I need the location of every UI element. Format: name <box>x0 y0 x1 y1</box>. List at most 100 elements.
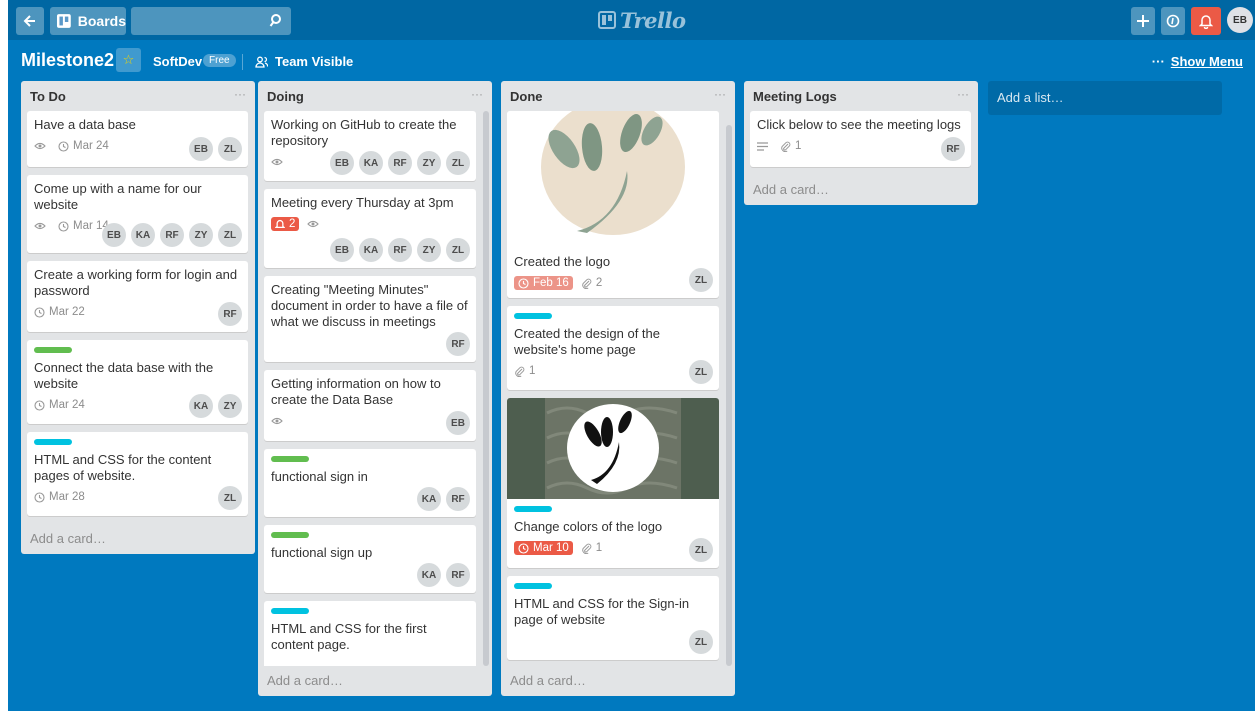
show-menu-button[interactable]: ··· Show Menu <box>1152 54 1243 69</box>
member-avatar[interactable]: ZL <box>218 137 242 161</box>
list-title[interactable]: Doing <box>267 89 304 104</box>
member-avatar[interactable]: ZY <box>218 394 242 418</box>
list-header[interactable]: To Do ··· <box>21 81 255 111</box>
list-header[interactable]: Meeting Logs ··· <box>744 81 978 111</box>
list-title[interactable]: To Do <box>30 89 66 104</box>
member-avatar[interactable]: ZL <box>446 151 470 175</box>
add-card-button[interactable]: Add a card… <box>501 666 735 696</box>
add-card-button[interactable]: Add a card… <box>744 175 978 205</box>
list-scrollbar[interactable] <box>726 125 732 666</box>
star-button[interactable]: ☆ <box>116 48 141 72</box>
list-header[interactable]: Doing ··· <box>258 81 492 111</box>
member-avatar[interactable]: ZY <box>417 151 441 175</box>
card[interactable]: Click below to see the meeting logs 1 RF <box>750 111 971 167</box>
member-avatar[interactable]: ZL <box>689 268 713 292</box>
due-date-badge: Mar 22 <box>34 306 85 318</box>
member-avatar[interactable]: ZL <box>218 223 242 247</box>
member-avatar[interactable]: KA <box>359 238 383 262</box>
member-avatar[interactable]: KA <box>417 487 441 511</box>
list-scrollbar[interactable] <box>483 111 489 666</box>
member-avatar[interactable]: RF <box>446 563 470 587</box>
card-label-sky[interactable] <box>34 439 72 445</box>
trello-logo[interactable]: Trello <box>598 8 686 33</box>
search-input[interactable] <box>131 7 259 35</box>
card-label-green[interactable] <box>34 347 72 353</box>
list-menu-icon[interactable]: ··· <box>714 87 726 101</box>
card[interactable]: Come up with a name for our website Mar … <box>27 175 248 253</box>
member-avatar[interactable]: KA <box>131 223 155 247</box>
card[interactable]: Meeting every Thursday at 3pm 2 EB KA RF… <box>264 189 476 268</box>
member-avatar[interactable]: RF <box>160 223 184 247</box>
card[interactable]: Connect the data base with the website M… <box>27 340 248 424</box>
member-avatar[interactable]: RF <box>388 238 412 262</box>
card[interactable]: HTML and CSS for the Sign-in page of web… <box>507 576 719 660</box>
card[interactable]: functional sign in KA RF <box>264 449 476 517</box>
card[interactable]: Created the logo Feb 16 2 ZL <box>507 111 719 298</box>
member-avatar[interactable]: RF <box>446 487 470 511</box>
member-avatar[interactable]: EB <box>189 137 213 161</box>
card[interactable]: Have a data base Mar 24 EB ZL <box>27 111 248 167</box>
boards-button[interactable]: Boards <box>50 7 126 35</box>
member-avatar[interactable]: EB <box>330 151 354 175</box>
card[interactable]: Create a working form for login and pass… <box>27 261 248 332</box>
back-button[interactable] <box>16 7 44 35</box>
member-avatar[interactable]: ZL <box>689 360 713 384</box>
user-avatar[interactable]: EB <box>1227 7 1253 33</box>
card-label-green[interactable] <box>271 532 309 538</box>
list-menu-icon[interactable]: ··· <box>234 87 246 101</box>
board-title[interactable]: Milestone2 <box>21 50 114 71</box>
list-header[interactable]: Done ··· <box>501 81 735 111</box>
team-name[interactable]: SoftDev <box>153 54 202 69</box>
card-label-sky[interactable] <box>514 583 552 589</box>
card-label-green[interactable] <box>271 456 309 462</box>
add-button[interactable] <box>1131 7 1155 35</box>
list-done: Done ··· Created the logo Feb 16 2 ZL Cr… <box>501 81 735 696</box>
member-avatar[interactable]: ZL <box>689 538 713 562</box>
list-menu-icon[interactable]: ··· <box>471 87 483 101</box>
member-avatar[interactable]: RF <box>388 151 412 175</box>
card-members: KA RF <box>412 563 470 587</box>
member-avatar[interactable]: ZY <box>417 238 441 262</box>
card[interactable]: Change colors of the logo Mar 10 1 ZL <box>507 398 719 568</box>
watch-icon <box>271 417 287 425</box>
card-label-sky[interactable] <box>271 608 309 614</box>
card-label-sky[interactable] <box>514 313 552 319</box>
member-avatar[interactable]: EB <box>102 223 126 247</box>
member-avatar[interactable]: ZL <box>218 486 242 510</box>
member-avatar[interactable]: ZY <box>189 223 213 247</box>
card[interactable]: HTML and CSS for the first content page.… <box>264 601 476 666</box>
card-badges: Mar 28 <box>34 487 241 507</box>
bell-icon <box>1199 14 1213 29</box>
card-label-sky[interactable] <box>514 506 552 512</box>
list-menu-icon[interactable]: ··· <box>957 87 969 101</box>
member-avatar[interactable]: RF <box>941 137 965 161</box>
add-card-button[interactable]: Add a card… <box>21 524 255 554</box>
list-title[interactable]: Done <box>510 89 543 104</box>
list-title[interactable]: Meeting Logs <box>753 89 837 104</box>
card[interactable]: Working on GitHub to create the reposito… <box>264 111 476 181</box>
member-avatar[interactable]: EB <box>330 238 354 262</box>
card-badges: Mar 22 <box>34 302 241 322</box>
search-icon[interactable] <box>269 13 285 29</box>
search-box[interactable] <box>131 7 291 35</box>
plus-icon <box>1137 15 1149 27</box>
visibility-button[interactable]: Team Visible <box>255 54 353 69</box>
add-list-button[interactable]: Add a list… <box>988 81 1222 115</box>
member-avatar[interactable]: RF <box>218 302 242 326</box>
notifications-button[interactable] <box>1191 7 1221 35</box>
member-avatar[interactable]: EB <box>446 411 470 435</box>
add-card-button[interactable]: Add a card… <box>258 666 492 696</box>
card[interactable]: functional sign up KA RF <box>264 525 476 593</box>
card[interactable]: Creating "Meeting Minutes" document in o… <box>264 276 476 362</box>
card[interactable]: Created the design of the website's home… <box>507 306 719 390</box>
member-avatar[interactable]: KA <box>189 394 213 418</box>
member-avatar[interactable]: RF <box>446 332 470 356</box>
member-avatar[interactable]: ZL <box>446 238 470 262</box>
member-avatar[interactable]: KA <box>359 151 383 175</box>
card[interactable]: HTML and CSS for the content pages of we… <box>27 432 248 516</box>
member-avatar[interactable]: KA <box>417 563 441 587</box>
attachment-count: 1 <box>595 542 603 554</box>
info-button[interactable] <box>1161 7 1185 35</box>
member-avatar[interactable]: ZL <box>689 630 713 654</box>
card[interactable]: Getting information on how to create the… <box>264 370 476 441</box>
